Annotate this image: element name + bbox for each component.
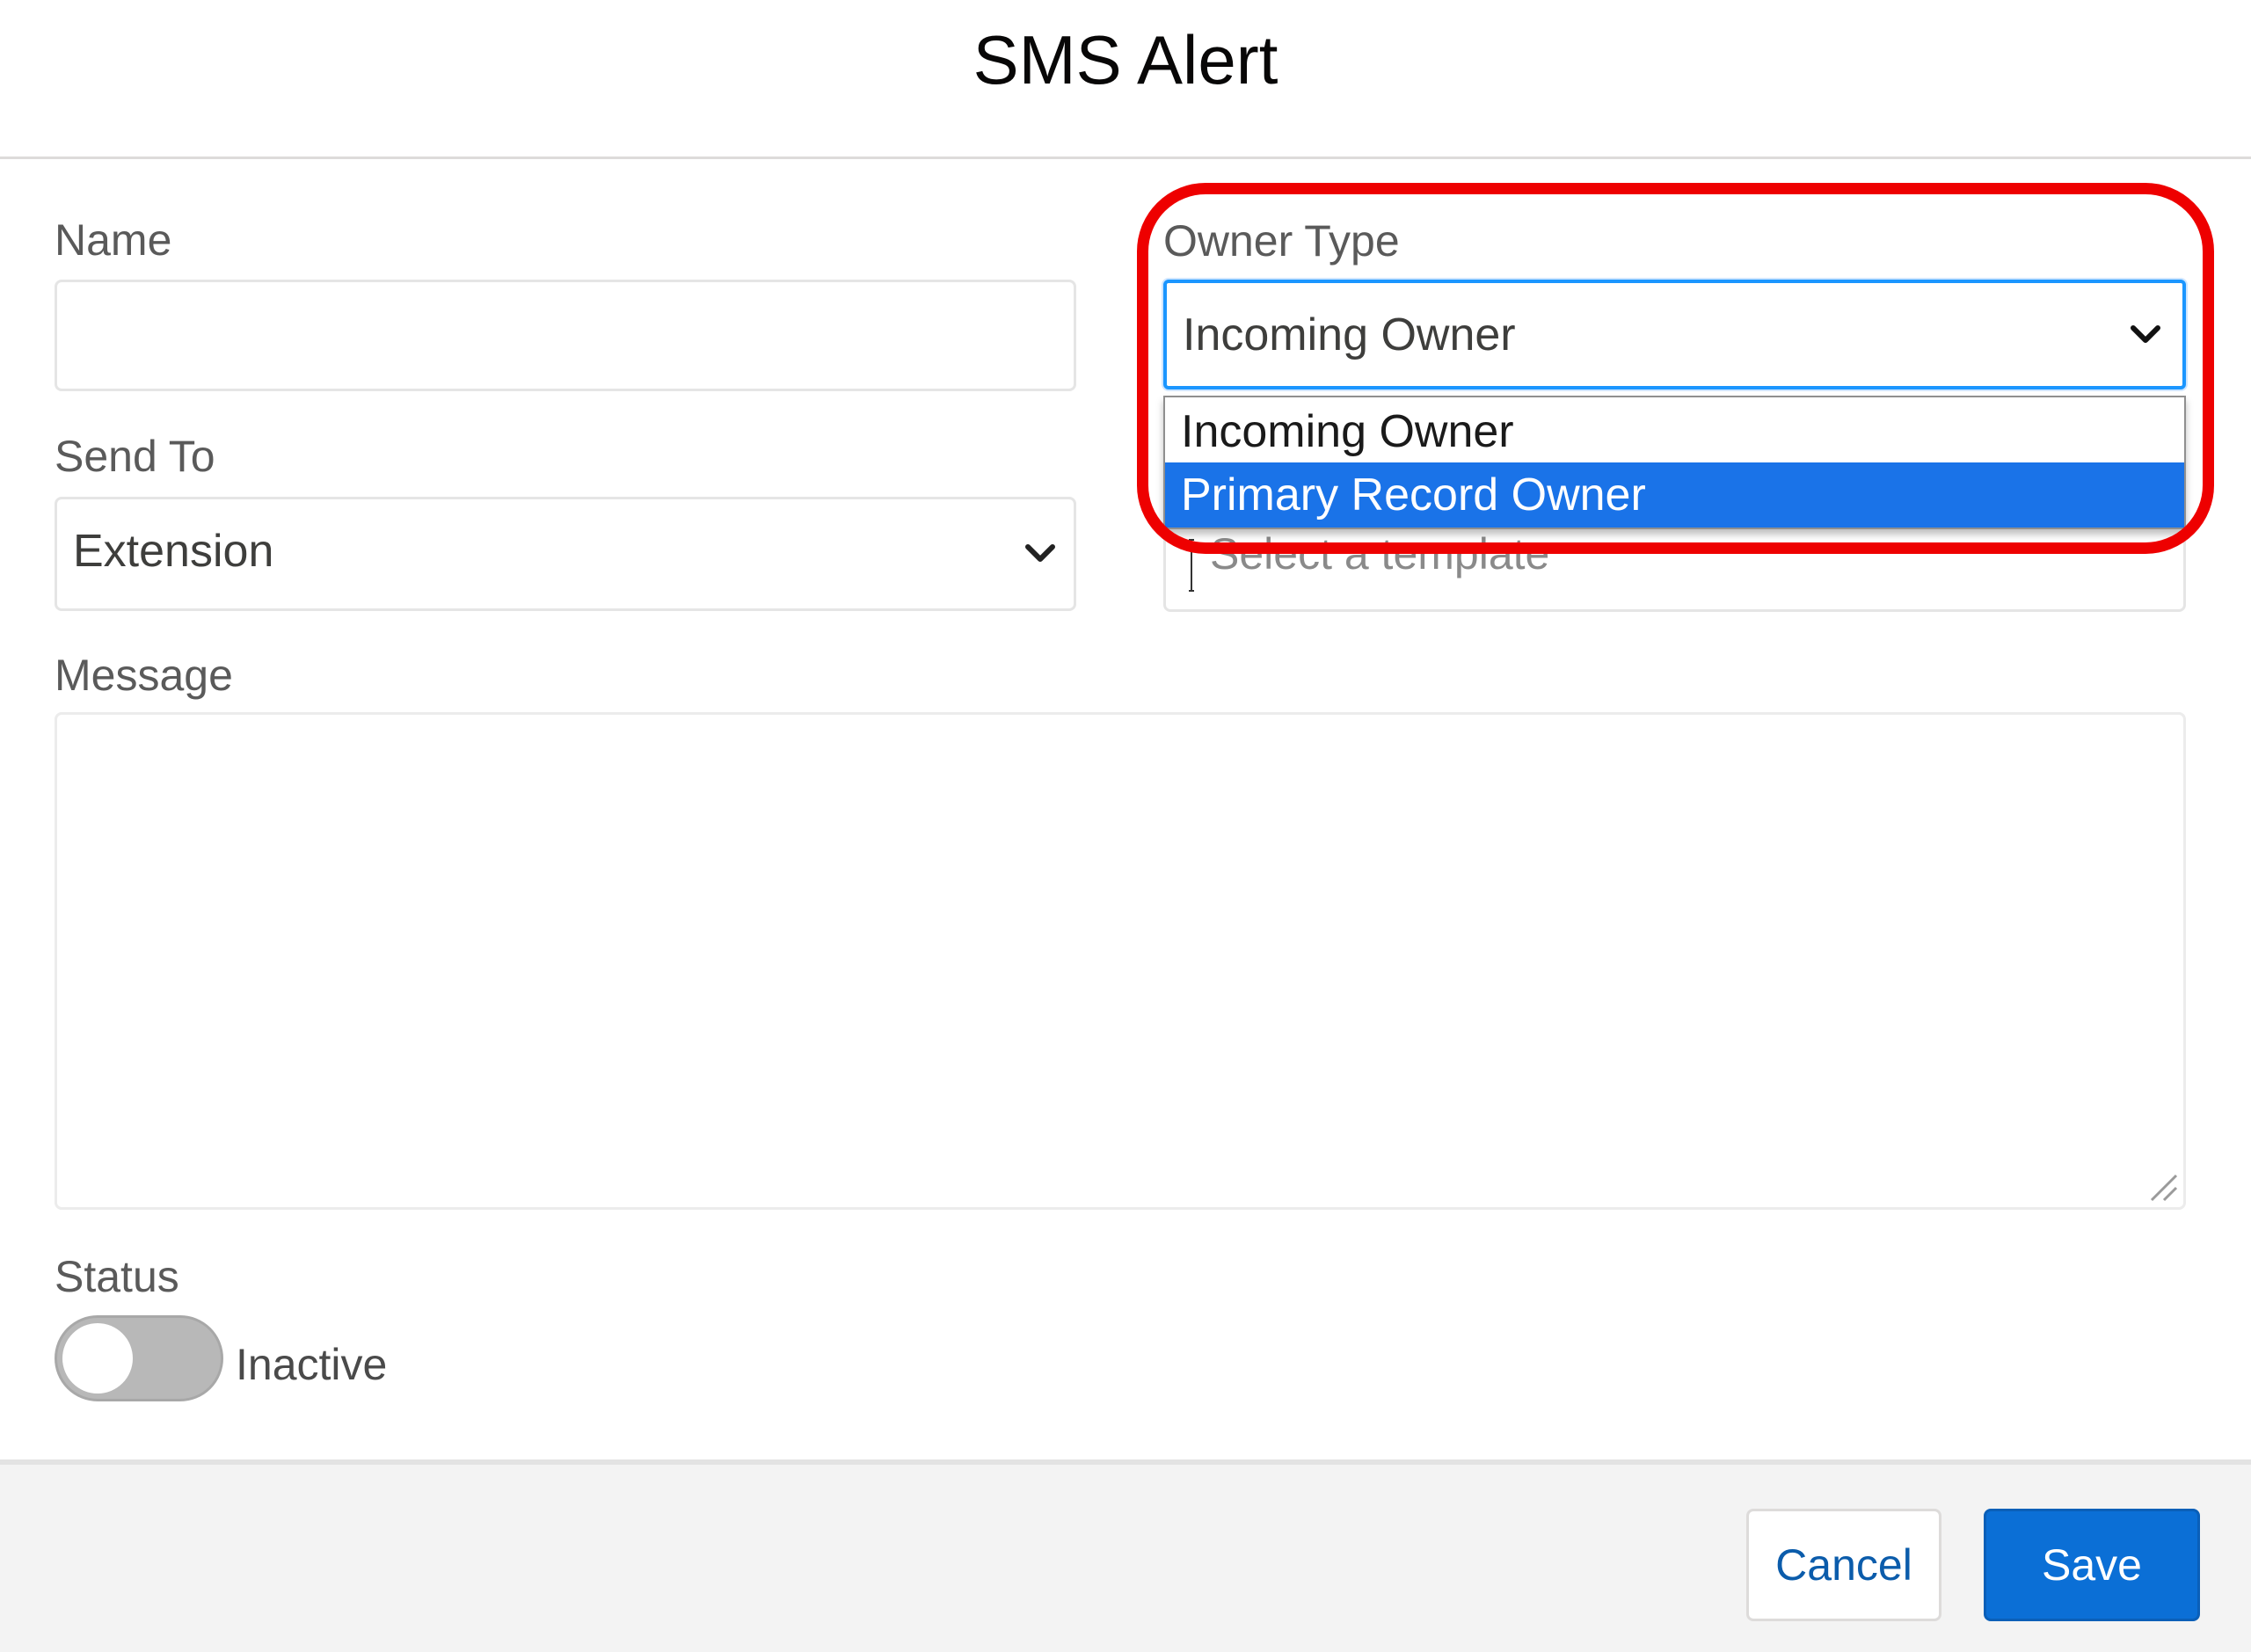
send-to-select[interactable]: Extension: [55, 497, 1076, 611]
text-cursor-icon: [1189, 539, 1194, 592]
name-input[interactable]: [55, 280, 1076, 391]
resize-grip-icon[interactable]: [2143, 1167, 2178, 1202]
option-primary-record-owner[interactable]: Primary Record Owner: [1165, 462, 2184, 528]
chevron-down-icon: [1025, 544, 1055, 562]
status-label: Status: [55, 1252, 179, 1301]
message-textarea[interactable]: [55, 712, 2186, 1210]
chevron-down-icon: [2131, 325, 2160, 343]
save-button[interactable]: Save: [1984, 1509, 2200, 1621]
modal-header: SMS Alert: [0, 0, 2251, 159]
owner-type-selected-value: Incoming Owner: [1183, 309, 1516, 360]
status-toggle-text: Inactive: [236, 1340, 388, 1389]
modal-title: SMS Alert: [973, 21, 1278, 98]
cancel-button[interactable]: Cancel: [1746, 1509, 1941, 1621]
owner-type-dropdown-list: Incoming Owner Primary Record Owner: [1163, 396, 2186, 529]
status-toggle[interactable]: [55, 1315, 223, 1401]
send-to-selected-value: Extension: [73, 526, 274, 577]
sms-alert-modal: SMS Alert Name Owner Type Incoming Owner…: [0, 0, 2251, 1652]
option-incoming-owner[interactable]: Incoming Owner: [1165, 399, 2184, 464]
message-label: Message: [55, 651, 233, 700]
owner-type-label: Owner Type: [1163, 216, 1400, 266]
owner-type-select[interactable]: Incoming Owner: [1163, 280, 2186, 389]
toggle-knob: [62, 1323, 133, 1394]
name-label: Name: [55, 215, 172, 265]
send-to-label: Send To: [55, 432, 215, 481]
